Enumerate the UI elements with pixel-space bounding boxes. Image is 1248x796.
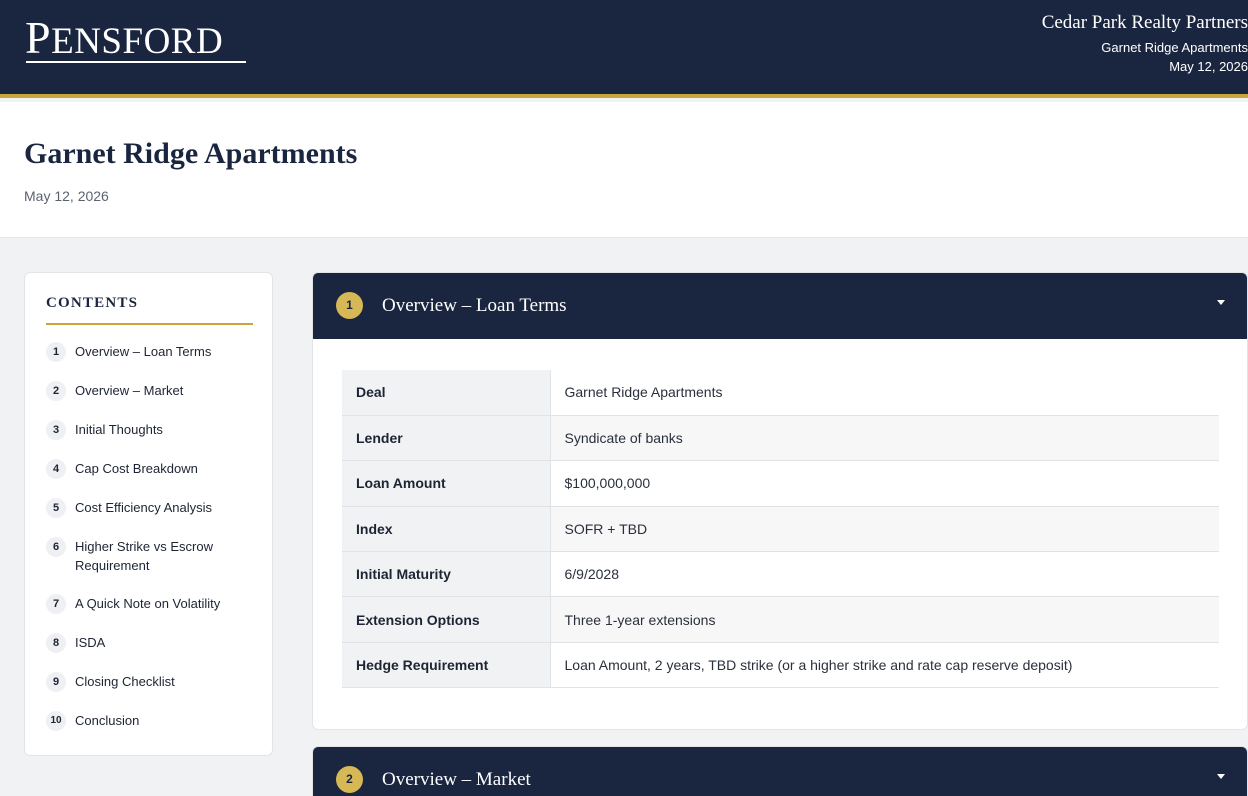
row-key: Index xyxy=(342,506,551,553)
section-header-toggle[interactable]: 1 Overview – Loan Terms xyxy=(313,273,1247,339)
header-meta: Cedar Park Realty Partners Garnet Ridge … xyxy=(1042,11,1248,76)
toc-item-label: Initial Thoughts xyxy=(75,422,163,437)
toc-item-label: Cap Cost Breakdown xyxy=(75,461,198,476)
pensford-logo[interactable]: PENSFORD xyxy=(25,12,223,68)
toc-item-isda[interactable]: 8 ISDA xyxy=(46,633,261,653)
row-value: 6/9/2028 xyxy=(550,551,1219,598)
toc-item-number: 7 xyxy=(46,594,66,614)
toc-item-conclusion[interactable]: 10 Conclusion xyxy=(46,711,261,731)
table-of-contents: CONTENTS 1 Overview – Loan Terms 2 Overvie… xyxy=(24,272,273,756)
row-value: SOFR + TBD xyxy=(550,506,1219,553)
row-value: $100,000,000 xyxy=(550,460,1219,507)
toc-item-note-on-volatility[interactable]: 7 A Quick Note on Volatility xyxy=(46,594,261,614)
top-header: PENSFORD Cedar Park Realty Partners Garn… xyxy=(0,0,1248,98)
toc-item-number: 6 xyxy=(46,537,66,557)
logo-rest: ENSFORD xyxy=(51,21,224,62)
header-project-name: Garnet Ridge Apartments xyxy=(1101,40,1248,55)
section-number-badge: 2 xyxy=(336,766,363,793)
toc-item-label: Closing Checklist xyxy=(75,674,175,689)
row-key: Initial Maturity xyxy=(342,551,551,598)
section-overview-market: 2 Overview – Market xyxy=(312,746,1248,796)
row-value: Loan Amount, 2 years, TBD strike (or a h… xyxy=(550,642,1219,689)
toc-item-number: 10 xyxy=(46,711,66,731)
row-value: Garnet Ridge Apartments xyxy=(550,370,1219,416)
toc-item-label: Cost Efficiency Analysis xyxy=(75,500,213,515)
caret-down-icon[interactable] xyxy=(1217,300,1225,305)
toc-item-label: Conclusion xyxy=(75,713,140,728)
table-row: Extension Options Three 1-year extensions xyxy=(342,596,1219,643)
toc-item-label: ISDA xyxy=(75,635,106,650)
toc-item-number: 1 xyxy=(46,342,66,362)
toc-item-overview-market[interactable]: 2 Overview – Market xyxy=(46,381,261,401)
toc-item-closing-checklist[interactable]: 9 Closing Checklist xyxy=(46,672,261,692)
logo-initial: P xyxy=(25,12,52,63)
toc-list: 1 Overview – Loan Terms 2 Overview – Marke… xyxy=(46,342,261,750)
section-overview-loan-terms: 1 Overview – Loan Terms Deal Garnet Ridge… xyxy=(312,272,1248,730)
section-header-toggle[interactable]: 2 Overview – Market xyxy=(313,747,1247,796)
company-name: Cedar Park Realty Partners xyxy=(1041,12,1248,33)
loan-terms-table: Deal Garnet Ridge Apartments Lender Syndic… xyxy=(342,370,1219,689)
toc-item-number: 8 xyxy=(46,633,66,653)
caret-down-icon[interactable] xyxy=(1217,774,1225,779)
toc-divider xyxy=(46,323,253,325)
toc-item-number: 9 xyxy=(46,672,66,692)
toc-item-label: Overview – Loan Terms xyxy=(75,344,212,359)
toc-item-number: 3 xyxy=(46,420,66,440)
section-title: Overview – Loan Terms xyxy=(382,295,567,316)
table-row: Hedge Requirement Loan Amount, 2 years, T… xyxy=(342,642,1219,689)
table-row: Index SOFR + TBD xyxy=(342,506,1219,553)
toc-item-overview-loan-terms[interactable]: 1 Overview – Loan Terms xyxy=(46,342,261,362)
toc-heading: CONTENTS xyxy=(46,295,139,311)
row-key: Lender xyxy=(342,415,551,462)
row-key: Deal xyxy=(342,370,551,416)
table-row: Loan Amount $100,000,000 xyxy=(342,460,1219,507)
toc-item-initial-thoughts[interactable]: 3 Initial Thoughts xyxy=(46,420,261,440)
section-number-badge: 1 xyxy=(336,292,363,319)
toc-item-label: Overview – Market xyxy=(75,383,184,398)
page-date: May 12, 2026 xyxy=(24,188,109,204)
toc-item-label: Higher Strike vs Escrow Requirement xyxy=(75,539,213,573)
table-row: Lender Syndicate of banks xyxy=(342,415,1219,462)
page-hero: Garnet Ridge Apartments May 12, 2026 xyxy=(0,102,1248,238)
toc-item-cost-efficiency-analysis[interactable]: 5 Cost Efficiency Analysis xyxy=(46,498,261,518)
toc-item-higher-strike-vs-escrow[interactable]: 6 Higher Strike vs Escrow Requirement xyxy=(46,537,261,575)
toc-item-number: 5 xyxy=(46,498,66,518)
row-key: Extension Options xyxy=(342,596,551,643)
section-title: Overview – Market xyxy=(382,769,531,790)
logo-underline xyxy=(26,61,246,63)
toc-item-cap-cost-breakdown[interactable]: 4 Cap Cost Breakdown xyxy=(46,459,261,479)
table-row: Deal Garnet Ridge Apartments xyxy=(342,370,1219,416)
row-key: Hedge Requirement xyxy=(342,642,551,689)
row-value: Syndicate of banks xyxy=(550,415,1219,462)
row-value: Three 1-year extensions xyxy=(550,596,1219,643)
table-row: Initial Maturity 6/9/2028 xyxy=(342,551,1219,598)
toc-item-number: 2 xyxy=(46,381,66,401)
row-key: Loan Amount xyxy=(342,460,551,507)
page-title: Garnet Ridge Apartments xyxy=(24,137,358,170)
toc-item-number: 4 xyxy=(46,459,66,479)
toc-item-label: A Quick Note on Volatility xyxy=(75,596,221,611)
header-date: May 12, 2026 xyxy=(1169,59,1248,74)
